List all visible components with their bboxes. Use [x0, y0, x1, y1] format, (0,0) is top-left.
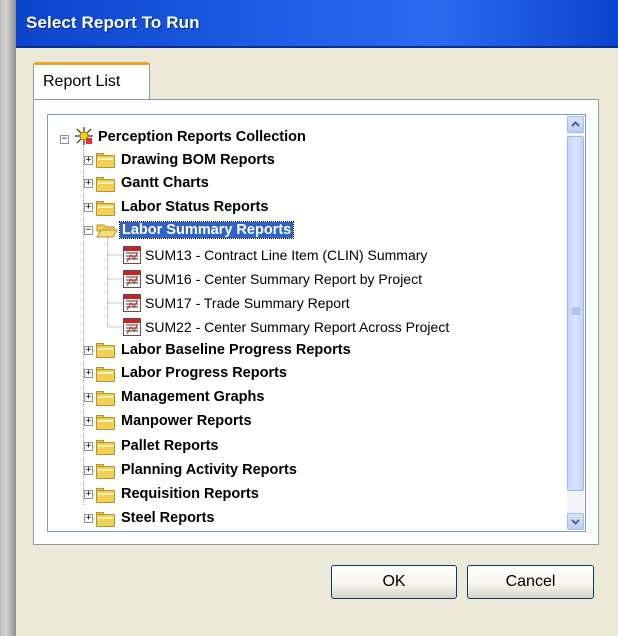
scroll-up-button[interactable] [567, 116, 584, 133]
tree-folder-label[interactable]: Requisition Reports [121, 486, 259, 502]
folder-expand-toggle[interactable]: + [84, 442, 93, 451]
folder-icon [96, 201, 115, 216]
folder-icon [96, 440, 115, 455]
grip-icon [572, 307, 580, 315]
tree-folder-label[interactable]: Labor Baseline Progress Reports [121, 342, 351, 358]
folder-collapse-toggle[interactable]: − [84, 226, 93, 235]
folder-expand-toggle[interactable]: + [84, 417, 93, 426]
folder-expand-toggle[interactable]: + [84, 393, 93, 402]
report-item-label[interactable]: SUM17 - Trade Summary Report [145, 295, 350, 311]
folder-expand-toggle[interactable]: + [84, 466, 93, 475]
tree-folder-label[interactable]: Manpower Reports [121, 413, 252, 429]
folder-icon [96, 177, 115, 192]
tree-folder-label[interactable]: Labor Progress Reports [121, 365, 287, 381]
report-list-panel: − Perception Reports Collection + Drawin… [33, 99, 599, 545]
folder-expand-toggle[interactable]: + [84, 156, 93, 165]
tree-folder-label-selected[interactable]: Labor Summary Reports [118, 221, 295, 239]
open-folder-icon [96, 224, 118, 238]
scroll-thumb[interactable] [567, 136, 584, 491]
folder-expand-toggle[interactable]: + [84, 369, 93, 378]
folder-expand-toggle[interactable]: + [84, 514, 93, 523]
root-collapse-toggle[interactable]: − [60, 135, 69, 144]
window-title: Select Report To Run [26, 13, 200, 32]
folder-icon [96, 367, 115, 382]
report-icon [123, 318, 141, 336]
report-icon [123, 294, 141, 312]
chevron-down-icon [571, 519, 580, 525]
report-icon [123, 270, 141, 288]
scroll-down-button[interactable] [567, 513, 584, 530]
folder-icon [96, 464, 115, 479]
collection-icon [75, 127, 93, 145]
tree-folder-label[interactable]: Management Graphs [121, 389, 264, 405]
report-item-label[interactable]: SUM22 - Center Summary Report Across Pro… [145, 319, 449, 335]
folder-expand-toggle[interactable]: + [84, 179, 93, 188]
ok-button[interactable]: OK [331, 565, 457, 599]
folder-icon [96, 343, 115, 358]
tree-folder-label[interactable]: Pallet Reports [121, 438, 219, 454]
tree-folder-label[interactable]: Drawing BOM Reports [121, 152, 275, 168]
folder-expand-toggle[interactable]: + [84, 490, 93, 499]
cancel-button[interactable]: Cancel [467, 565, 594, 599]
vertical-scrollbar[interactable] [567, 116, 584, 530]
tree-folder-label[interactable]: Steel Reports [121, 510, 214, 526]
report-tree[interactable]: − Perception Reports Collection + Drawin… [47, 114, 586, 532]
tab-report-list[interactable]: Report List [33, 62, 150, 100]
folder-icon [96, 391, 115, 406]
folder-expand-toggle[interactable]: + [84, 203, 93, 212]
window-frame-left [0, 0, 16, 636]
tree-folder-label[interactable]: Labor Status Reports [121, 199, 268, 215]
tree-folder-label[interactable]: Planning Activity Reports [121, 462, 297, 478]
tree-folder-label[interactable]: Gantt Charts [121, 175, 209, 191]
folder-icon [96, 415, 115, 430]
folder-icon [96, 512, 115, 527]
title-bar[interactable]: Select Report To Run [16, 0, 618, 48]
tree-root-label[interactable]: Perception Reports Collection [98, 129, 306, 145]
chevron-up-icon [571, 121, 580, 127]
report-item-label[interactable]: SUM13 - Contract Line Item (CLIN) Summar… [145, 247, 427, 263]
folder-expand-toggle[interactable]: + [84, 346, 93, 355]
folder-icon [96, 488, 115, 503]
report-icon [123, 246, 141, 264]
folder-icon [96, 153, 115, 168]
report-item-label[interactable]: SUM16 - Center Summary Report by Project [145, 271, 422, 287]
tab-label: Report List [43, 73, 121, 90]
select-report-dialog: Select Report To Run Report List − Perce… [16, 0, 618, 636]
